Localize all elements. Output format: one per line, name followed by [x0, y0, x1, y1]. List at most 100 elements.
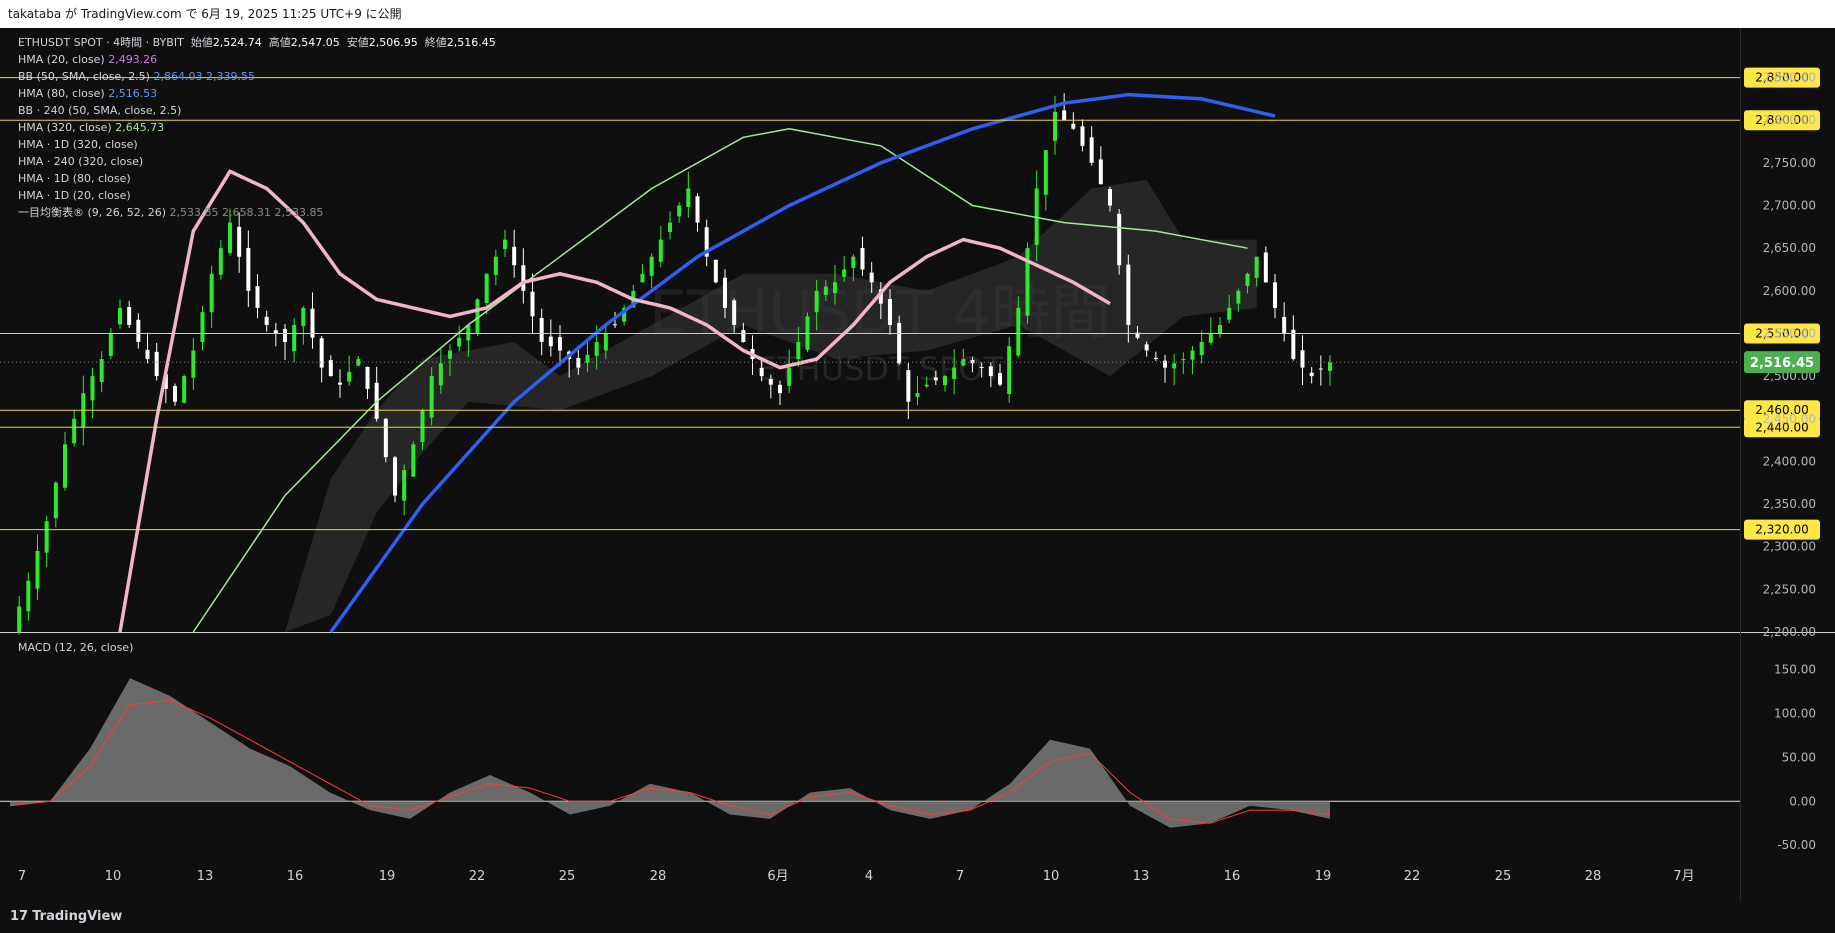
- candle-body: [26, 580, 31, 612]
- candle-body: [1007, 346, 1012, 395]
- candle-body: [851, 256, 856, 268]
- candle-body: [677, 205, 682, 217]
- candle-body: [649, 256, 654, 276]
- legend-indicator-9[interactable]: 一目均衡表® (9, 26, 52, 26) 2,533.85 2,658.31…: [18, 204, 496, 221]
- candle-body: [90, 376, 95, 401]
- time-tick-label: 10: [1043, 869, 1060, 884]
- candle-body: [228, 222, 232, 254]
- candle-body: [1089, 137, 1094, 163]
- candle-body: [145, 349, 150, 360]
- candle-body: [778, 384, 782, 394]
- legend-high: 2,547.05: [290, 36, 340, 49]
- candle-body: [255, 286, 260, 308]
- candle-body: [209, 273, 214, 313]
- candle-body: [658, 239, 663, 262]
- candle-body: [979, 366, 984, 368]
- price-tick-label: 2,200.00: [1763, 625, 1816, 639]
- legend-indicator-value: 2,339.55: [202, 70, 255, 83]
- candle-body: [933, 377, 938, 381]
- candle-body: [411, 444, 416, 477]
- candle-body: [154, 351, 159, 377]
- candle-body: [924, 384, 929, 387]
- price-tick-label: 2,550.00: [1763, 326, 1816, 340]
- candle-body: [888, 299, 892, 325]
- legend-indicator-name: HMA · 1D (80, close): [18, 172, 131, 185]
- candle-body: [173, 386, 177, 402]
- candle-body: [200, 312, 205, 342]
- candle-body: [1208, 333, 1213, 343]
- time-tick-label: 6月: [767, 869, 788, 884]
- candle-body: [1282, 316, 1287, 334]
- candle-body: [768, 379, 773, 385]
- legend-indicator-name: 一目均衡表® (9, 26, 52, 26): [18, 206, 167, 219]
- candle-body: [108, 333, 113, 356]
- candle-body: [732, 300, 737, 325]
- candle-body: [539, 317, 544, 342]
- legend-indicator-value: 2,658.31: [218, 206, 272, 219]
- candle-body: [365, 366, 370, 389]
- candle-body: [72, 418, 77, 444]
- legend-indicator-1[interactable]: BB (50, SMA, close, 2.5) 2,864.03 2,339.…: [18, 68, 496, 85]
- candle-body: [1117, 213, 1122, 266]
- publish-header-text: takataba が TradingView.com で 6月 19, 2025…: [8, 7, 402, 21]
- candle-body: [53, 482, 58, 519]
- candle-body: [127, 306, 132, 325]
- tv-logo-icon[interactable]: 𝟭𝟳: [10, 909, 28, 924]
- legend-indicator-value: 2,533.85: [271, 206, 324, 219]
- price-tick-label: 2,750.00: [1763, 156, 1816, 170]
- candle-body: [1062, 110, 1067, 121]
- candle-body: [613, 324, 617, 326]
- level-label: 2,320.00: [1755, 523, 1808, 537]
- candle-body: [823, 286, 828, 296]
- candle-body: [814, 290, 819, 313]
- candle-body: [484, 273, 489, 304]
- time-tick-label: 13: [1133, 869, 1150, 884]
- candle-body: [420, 410, 425, 443]
- footer-brand[interactable]: TradingView: [32, 909, 122, 924]
- macd-tick-label: 100.00: [1774, 706, 1816, 720]
- legend-indicator-name: HMA · 1D (320, close): [18, 138, 138, 151]
- legend-indicator-3[interactable]: BB · 240 (50, SMA, close, 2.5): [18, 102, 496, 119]
- candle-body: [319, 338, 324, 368]
- time-tick-label: 25: [1495, 869, 1512, 884]
- candle-body: [723, 277, 727, 308]
- candle-body: [1098, 159, 1103, 185]
- legend-symbol: ETHUSDT SPOT · 4時間 · BYBIT: [18, 36, 184, 49]
- legend-indicator-2[interactable]: HMA (80, close) 2,516.53: [18, 85, 496, 102]
- candle-body: [237, 226, 242, 257]
- candle-body: [558, 337, 562, 351]
- candle-body: [1172, 363, 1177, 369]
- legend-indicator-name: HMA (320, close): [18, 121, 112, 134]
- candle-body: [1291, 329, 1296, 360]
- candle-body: [402, 469, 407, 501]
- legend-indicator-7[interactable]: HMA · 1D (80, close): [18, 170, 496, 187]
- legend-close-label: 終値: [424, 36, 447, 49]
- candle-body: [988, 366, 993, 377]
- candle-body: [448, 350, 452, 359]
- legend-indicator-5[interactable]: HMA · 1D (320, close): [18, 136, 496, 153]
- time-tick-label: 7: [18, 869, 26, 884]
- macd-title: MACD (12, 26, close): [18, 641, 134, 654]
- candle-body: [264, 316, 269, 325]
- candle-body: [833, 282, 837, 293]
- candle-body: [1199, 342, 1204, 356]
- price-tick-label: 2,250.00: [1763, 582, 1816, 596]
- time-tick-label: 7月: [1673, 869, 1694, 884]
- candle-body: [952, 367, 957, 379]
- legend-indicator-0[interactable]: HMA (20, close) 2,493.26: [18, 51, 496, 68]
- legend-low-label: 安値: [346, 36, 369, 49]
- legend-indicator-6[interactable]: HMA · 240 (320, close): [18, 153, 496, 170]
- legend-indicator-name: HMA (20, close): [18, 53, 105, 66]
- legend-indicator-8[interactable]: HMA · 1D (20, close): [18, 187, 496, 204]
- candle-body: [246, 247, 251, 291]
- candle-body: [1245, 273, 1250, 286]
- legend-indicator-name: BB (50, SMA, close, 2.5): [18, 70, 150, 83]
- candle-body: [393, 457, 397, 496]
- candle-body: [429, 376, 434, 418]
- candle-body: [1254, 256, 1259, 278]
- legend-indicator-name: HMA · 1D (20, close): [18, 189, 131, 202]
- candle-body: [44, 521, 49, 553]
- candle-body: [1181, 359, 1186, 361]
- legend-indicator-4[interactable]: HMA (320, close) 2,645.73: [18, 119, 496, 136]
- footer: 𝟭𝟳 TradingView: [0, 900, 1835, 933]
